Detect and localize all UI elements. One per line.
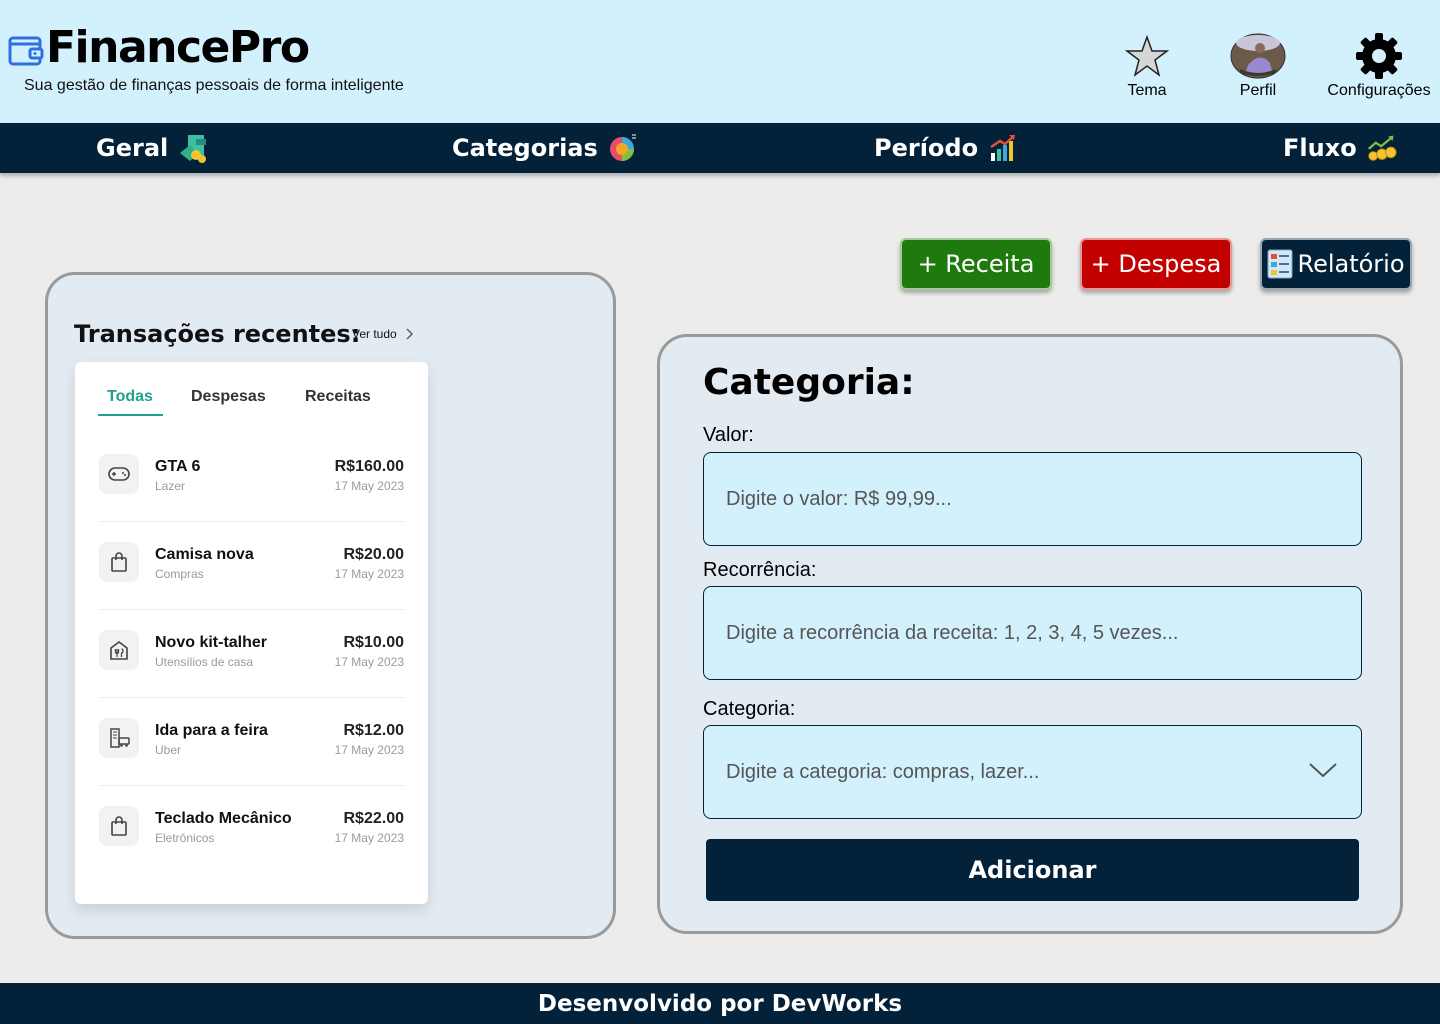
value-label: Valor: [703, 424, 754, 446]
transaction-name: Camisa nova [155, 546, 254, 563]
city-car-icon [99, 718, 139, 758]
recent-transactions-title: Transações recentes: [74, 320, 361, 348]
transaction-category: Compras [155, 567, 204, 581]
transaction-amount: R$20.00 [343, 546, 405, 563]
main-nav: Geral Categorias Período Fluxo [0, 123, 1440, 173]
transaction-row[interactable]: Novo kit-talher Utensílios de casa R$10.… [99, 610, 404, 698]
chevron-down-icon [1309, 763, 1337, 778]
transaction-amount: R$12.00 [343, 722, 405, 739]
brand[interactable]: FinancePro [8, 22, 310, 73]
nav-label: Categorias [452, 134, 598, 162]
recurrence-placeholder: Digite a recorrência da receita: 1, 2, 3… [726, 621, 1179, 644]
nav-item-geral[interactable]: Geral [96, 123, 208, 173]
transaction-amount: R$10.00 [343, 634, 405, 651]
wallet-icon [8, 36, 44, 66]
recurrence-label: Recorrência: [703, 559, 817, 581]
transaction-amount: R$160.00 [334, 458, 404, 475]
shopping-bag-icon [99, 542, 139, 582]
avatar [1230, 33, 1286, 79]
transaction-amount: R$22.00 [343, 810, 405, 827]
transaction-date: 17 May 2023 [334, 655, 404, 669]
nav-label: Fluxo [1283, 134, 1357, 162]
house-cutlery-icon [99, 630, 139, 670]
growth-coins-icon [1367, 135, 1397, 161]
recurrence-input[interactable]: Digite a recorrência da receita: 1, 2, 3… [703, 586, 1362, 680]
app-tagline: Sua gestão de finanças pessoais de forma… [24, 77, 404, 94]
nav-item-periodo[interactable]: Período [874, 123, 1018, 173]
transaction-name: Teclado Mecânico [155, 810, 292, 827]
add-button[interactable]: Adicionar [706, 839, 1359, 901]
category-select[interactable]: Digite a categoria: compras, lazer... [703, 725, 1362, 819]
tab-despesas[interactable]: Despesas [191, 388, 266, 406]
nav-label: Geral [96, 134, 169, 162]
settings-button[interactable]: Configurações [1319, 30, 1439, 100]
star-icon [1125, 34, 1169, 77]
chevron-right-icon [406, 328, 413, 340]
shopping-bag-icon [99, 806, 139, 846]
gamepad-icon [99, 454, 139, 494]
tab-receitas[interactable]: Receitas [305, 388, 371, 406]
transactions-card: Todas Despesas Receitas GTA 6 Lazer R$16… [75, 362, 428, 904]
bar-chart-icon [990, 135, 1016, 161]
transaction-row[interactable]: GTA 6 Lazer R$160.00 17 May 2023 [99, 434, 404, 522]
footer-credit: Desenvolvido por DevWorks [537, 990, 903, 1017]
transaction-date: 17 May 2023 [334, 831, 404, 845]
transaction-date: 17 May 2023 [334, 567, 404, 581]
nav-item-categorias[interactable]: Categorias [452, 123, 638, 173]
profile-button[interactable]: Perfil [1198, 30, 1318, 100]
transaction-row[interactable]: Teclado Mecânico Eletrônicos R$22.00 17 … [99, 786, 404, 874]
theme-button[interactable]: Tema [1087, 30, 1207, 100]
transaction-name: Ida para a feira [155, 722, 268, 739]
see-all-link[interactable]: Ver tudo [352, 327, 413, 341]
add-expense-button[interactable]: + Despesa [1080, 238, 1232, 290]
profile-label: Perfil [1239, 82, 1277, 99]
transaction-row[interactable]: Camisa nova Compras R$20.00 17 May 2023 [99, 522, 404, 610]
transaction-name: GTA 6 [155, 458, 201, 475]
nav-item-fluxo[interactable]: Fluxo [1283, 123, 1397, 173]
category-label: Categoria: [703, 698, 796, 720]
app-name: FinancePro [46, 22, 310, 73]
value-placeholder: Digite o valor: R$ 99,99... [726, 487, 952, 510]
add-income-button[interactable]: + Receita [900, 238, 1052, 290]
tab-todas[interactable]: Todas [107, 388, 153, 406]
active-tab-indicator [98, 414, 163, 416]
transaction-category: Utensílios de casa [155, 655, 254, 669]
transaction-date: 17 May 2023 [334, 479, 404, 493]
footer: Desenvolvido por DevWorks [0, 983, 1440, 1024]
settings-label: Configurações [1327, 82, 1431, 99]
transaction-category: Eletrônicos [155, 831, 215, 845]
report-icon [1267, 249, 1293, 279]
transaction-category: Uber [155, 743, 182, 757]
category-placeholder: Digite a categoria: compras, lazer... [726, 760, 1040, 783]
transaction-name: Novo kit-talher [155, 634, 268, 651]
top-bar: FinancePro Sua gestão de finanças pessoa… [0, 0, 1440, 123]
value-input[interactable]: Digite o valor: R$ 99,99... [703, 452, 1362, 546]
money-stack-icon [180, 135, 207, 163]
report-button[interactable]: Relatório [1260, 238, 1412, 290]
report-label: Relatório [1297, 250, 1405, 278]
see-all-label: Ver tudo [352, 327, 397, 341]
transaction-date: 17 May 2023 [334, 743, 404, 757]
transaction-category: Lazer [155, 479, 186, 493]
theme-label: Tema [1127, 82, 1167, 99]
gear-icon [1356, 33, 1402, 79]
pie-chart-icon [609, 134, 636, 161]
transaction-row[interactable]: Ida para a feira Uber R$12.00 17 May 202… [99, 698, 404, 786]
nav-label: Período [874, 134, 979, 162]
form-title: Categoria: [703, 362, 915, 403]
